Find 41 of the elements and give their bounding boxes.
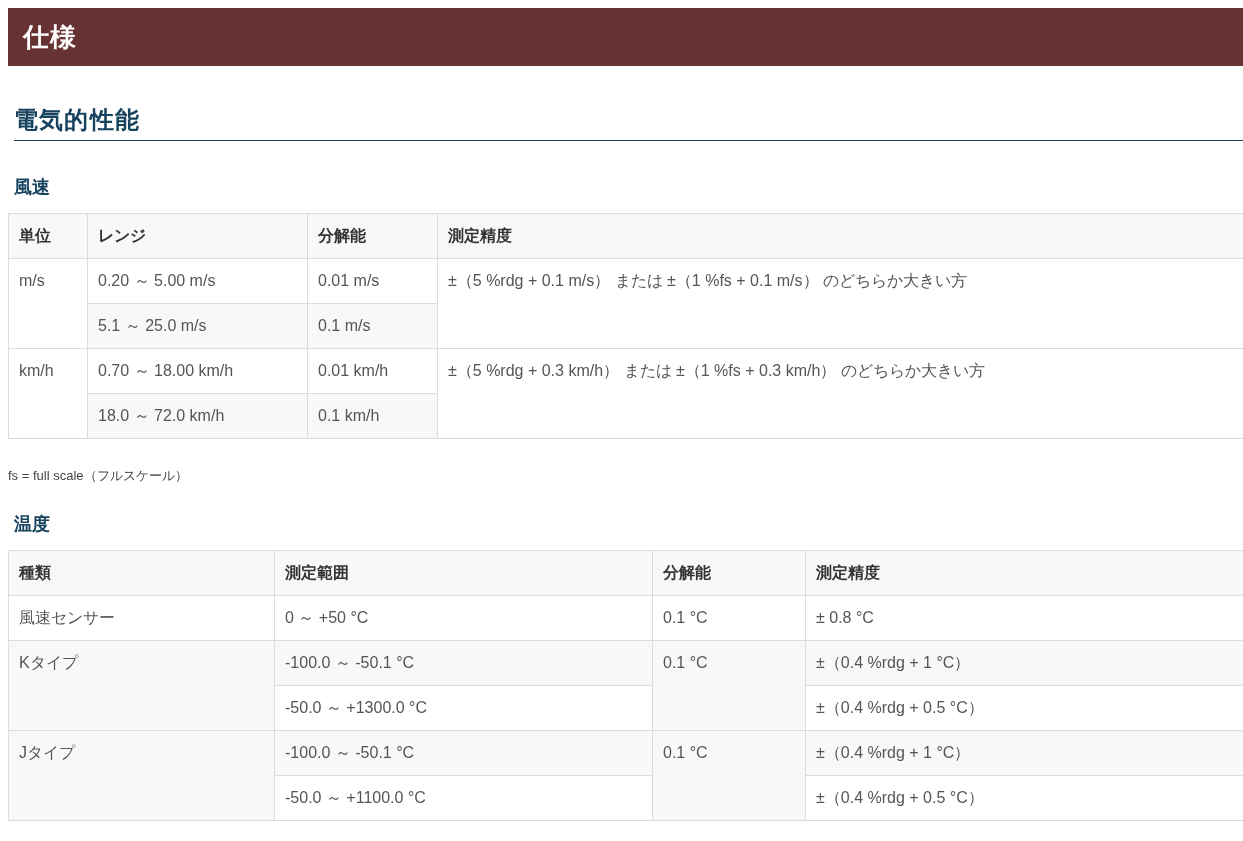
column-header: 測定範囲	[274, 550, 653, 595]
resolution-cell: 0.1 °C	[652, 595, 806, 640]
unit-cell: m/s	[8, 258, 88, 349]
range-cell: -100.0 ～ -50.1 °C	[274, 730, 653, 775]
resolution-cell: 0.1 km/h	[307, 393, 438, 439]
column-header: 測定精度	[437, 213, 1243, 259]
range-cell: 5.1 ～ 25.0 m/s	[87, 303, 308, 349]
footnote: fs = full scale（フルスケール）	[8, 467, 189, 485]
resolution-cell: 0.1 °C	[652, 640, 806, 730]
accuracy-cell: ±（5 %rdg + 0.1 m/s） または ±（1 %fs + 0.1 m/s） のどちらか大きい方	[437, 258, 1243, 349]
range-cell: -50.0 ～ +1300.0 °C	[274, 685, 653, 730]
column-header: 単位	[8, 213, 88, 259]
column-header: 分解能	[307, 213, 438, 259]
resolution-cell: 0.01 km/h	[307, 348, 438, 394]
column-header: レンジ	[87, 213, 308, 259]
accuracy-cell: ±（0.4 %rdg + 1 °C）	[805, 640, 1243, 685]
type-cell: Jタイプ	[8, 730, 275, 820]
range-cell: 0.70 ～ 18.00 km/h	[87, 348, 308, 394]
range-cell: -100.0 ～ -50.1 °C	[274, 640, 653, 685]
resolution-cell: 0.01 m/s	[307, 258, 438, 304]
subsection-heading: 風速	[14, 176, 51, 199]
resolution-cell: 0.1 m/s	[307, 303, 438, 349]
resolution-cell: 0.1 °C	[652, 730, 806, 820]
column-header: 測定精度	[805, 550, 1243, 595]
range-cell: 0 ～ +50 °C	[274, 595, 653, 640]
type-cell: 風速センサー	[8, 595, 275, 640]
type-cell: Kタイプ	[8, 640, 275, 730]
subsection-heading: 温度	[14, 512, 51, 536]
range-cell: 0.20 ～ 5.00 m/s	[87, 258, 308, 304]
accuracy-cell: ± 0.8 °C	[805, 595, 1243, 640]
column-header: 種類	[8, 550, 275, 595]
column-header: 分解能	[652, 550, 806, 595]
unit-cell: km/h	[8, 348, 88, 439]
range-cell: 18.0 ～ 72.0 km/h	[87, 393, 308, 439]
range-cell: -50.0 ～ +1100.0 °C	[274, 775, 653, 820]
accuracy-cell: ±（0.4 %rdg + 1 °C）	[805, 730, 1243, 775]
accuracy-cell: ±（0.4 %rdg + 0.5 °C）	[805, 685, 1243, 730]
accuracy-cell: ±（0.4 %rdg + 0.5 °C）	[805, 775, 1243, 820]
accuracy-cell: ±（5 %rdg + 0.3 km/h） または ±（1 %fs + 0.3 km/h） のどちらか大きい方	[437, 348, 1243, 439]
section-heading: 電気的性能	[14, 102, 1243, 141]
page-title: 仕様	[8, 8, 1243, 66]
